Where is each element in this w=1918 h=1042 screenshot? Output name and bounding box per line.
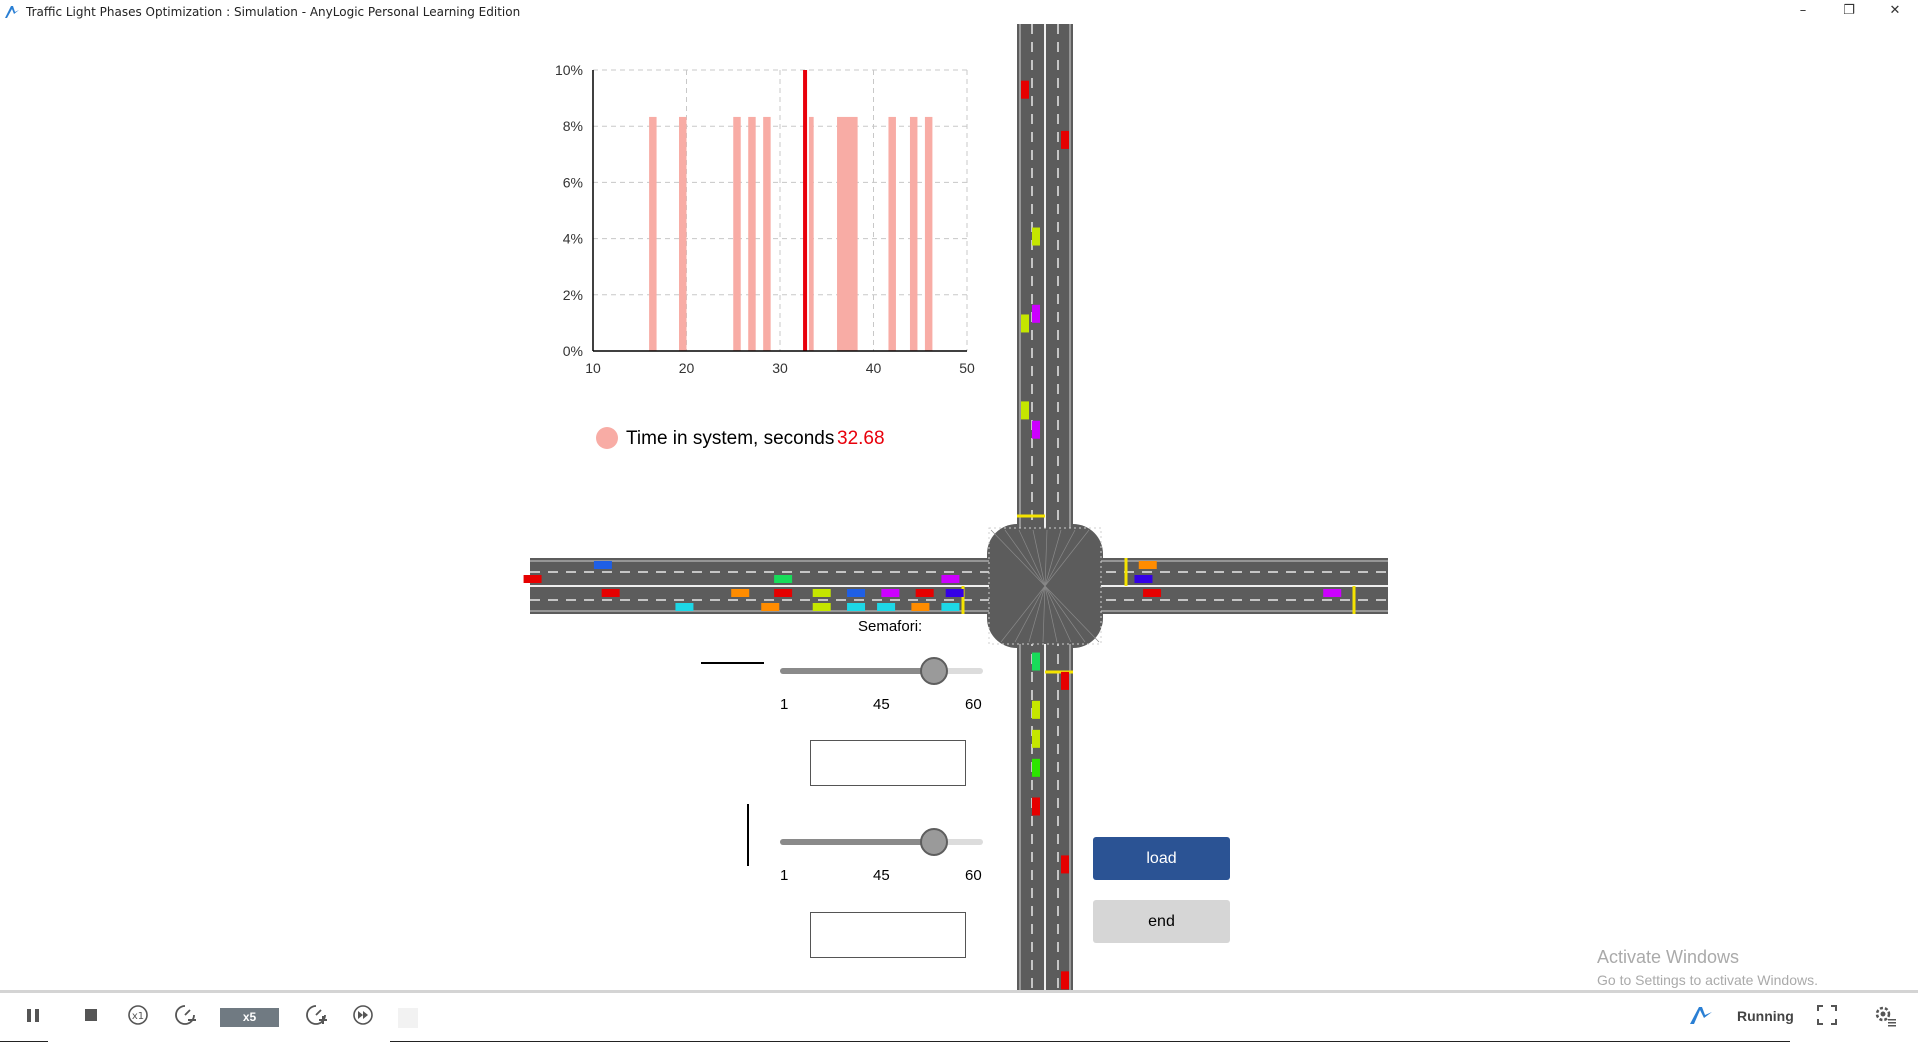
vehicle <box>945 589 964 597</box>
anylogic-logo-icon <box>5 6 19 18</box>
vehicle <box>731 589 750 597</box>
vehicle <box>593 561 612 569</box>
vehicle <box>847 589 866 597</box>
vehicle <box>941 603 960 611</box>
vehicle <box>1143 589 1162 597</box>
vehicle <box>1134 575 1153 583</box>
close-button[interactable]: ✕ <box>1872 0 1918 24</box>
vehicle <box>1021 401 1029 420</box>
vehicle <box>774 575 793 583</box>
restore-button[interactable]: ❐ <box>1826 0 1872 24</box>
vehicle <box>881 589 900 597</box>
vertical-phase-indicator <box>747 804 749 866</box>
vehicle <box>1323 589 1342 597</box>
vehicle <box>1032 797 1040 816</box>
slider2-max-label: 60 <box>965 867 982 884</box>
speed-indicator[interactable]: x5 <box>220 1008 279 1027</box>
toolbar-spacer <box>398 1008 418 1028</box>
vehicle <box>1032 652 1040 671</box>
vehicle <box>812 603 831 611</box>
settings-icon[interactable] <box>1872 1002 1898 1028</box>
activate-windows-watermark: Activate Windows Go to Settings to activ… <box>1597 947 1818 988</box>
slider-fill <box>780 839 935 845</box>
horizontal-phase-indicator <box>701 662 764 664</box>
stop-icon[interactable] <box>78 1002 104 1028</box>
vehicle <box>1032 304 1040 323</box>
slider1-min-label: 1 <box>780 696 789 713</box>
vehicle <box>1021 314 1029 333</box>
vehicle <box>812 589 831 597</box>
vehicle <box>1032 729 1040 748</box>
vehicle <box>915 589 934 597</box>
vehicle <box>774 589 793 597</box>
semafori-label: Semafori: <box>858 618 923 635</box>
simulation-canvas: 0% 2% 4% 6% 8% 10% 10 20 30 40 50 Time in system, … <box>0 24 1918 990</box>
vehicle <box>941 575 960 583</box>
status-text: Running <box>1737 1008 1794 1024</box>
phase2-slider[interactable] <box>780 827 983 857</box>
fullscreen-icon[interactable] <box>1814 1002 1840 1028</box>
pause-icon[interactable] <box>21 1002 47 1028</box>
vehicle <box>1032 700 1040 719</box>
vehicle <box>1032 227 1040 246</box>
vehicle <box>1061 855 1069 874</box>
vehicle <box>675 603 694 611</box>
vehicle <box>1032 758 1040 777</box>
phase1-value-field[interactable] <box>810 740 966 786</box>
vehicle <box>1138 561 1157 569</box>
minimize-button[interactable]: – <box>1780 0 1826 24</box>
vehicle <box>1061 130 1069 149</box>
slider-thumb[interactable] <box>920 828 949 856</box>
speed-up-icon[interactable] <box>303 1002 329 1028</box>
app-logo-icon <box>1690 1007 1712 1024</box>
phase1-slider[interactable] <box>780 656 983 686</box>
vehicle <box>1032 420 1040 439</box>
title-bar: Traffic Light Phases Optimization : Simu… <box>0 0 1918 25</box>
slow-down-icon[interactable] <box>172 1002 198 1028</box>
vehicle <box>911 603 930 611</box>
slider2-min-label: 1 <box>780 867 789 884</box>
simulation-toolbar: x1 x5 Running <box>0 990 1918 1042</box>
vehicle <box>761 603 780 611</box>
phase2-value-field[interactable] <box>810 912 966 958</box>
realtime-x1-icon[interactable]: x1 <box>125 1002 151 1028</box>
window-title: Traffic Light Phases Optimization : Simu… <box>26 5 521 19</box>
watermark-subtitle: Go to Settings to activate Windows. <box>1597 972 1818 988</box>
slider2-mid-label: 45 <box>873 867 890 884</box>
vehicle <box>1021 80 1029 99</box>
slider-thumb[interactable] <box>920 657 949 685</box>
end-button[interactable]: end <box>1093 900 1230 943</box>
watermark-title: Activate Windows <box>1597 947 1740 967</box>
vehicle <box>847 603 866 611</box>
vehicle <box>1061 971 1069 990</box>
slider1-mid-label: 45 <box>873 696 890 713</box>
slider1-max-label: 60 <box>965 696 982 713</box>
slider-fill <box>780 668 935 674</box>
vehicle <box>1061 671 1069 690</box>
fast-forward-icon[interactable] <box>350 1002 376 1028</box>
vehicle <box>601 589 620 597</box>
vehicle <box>877 603 896 611</box>
svg-text:x1: x1 <box>132 1011 144 1022</box>
load-button[interactable]: load <box>1093 837 1230 880</box>
vehicle <box>523 575 542 583</box>
